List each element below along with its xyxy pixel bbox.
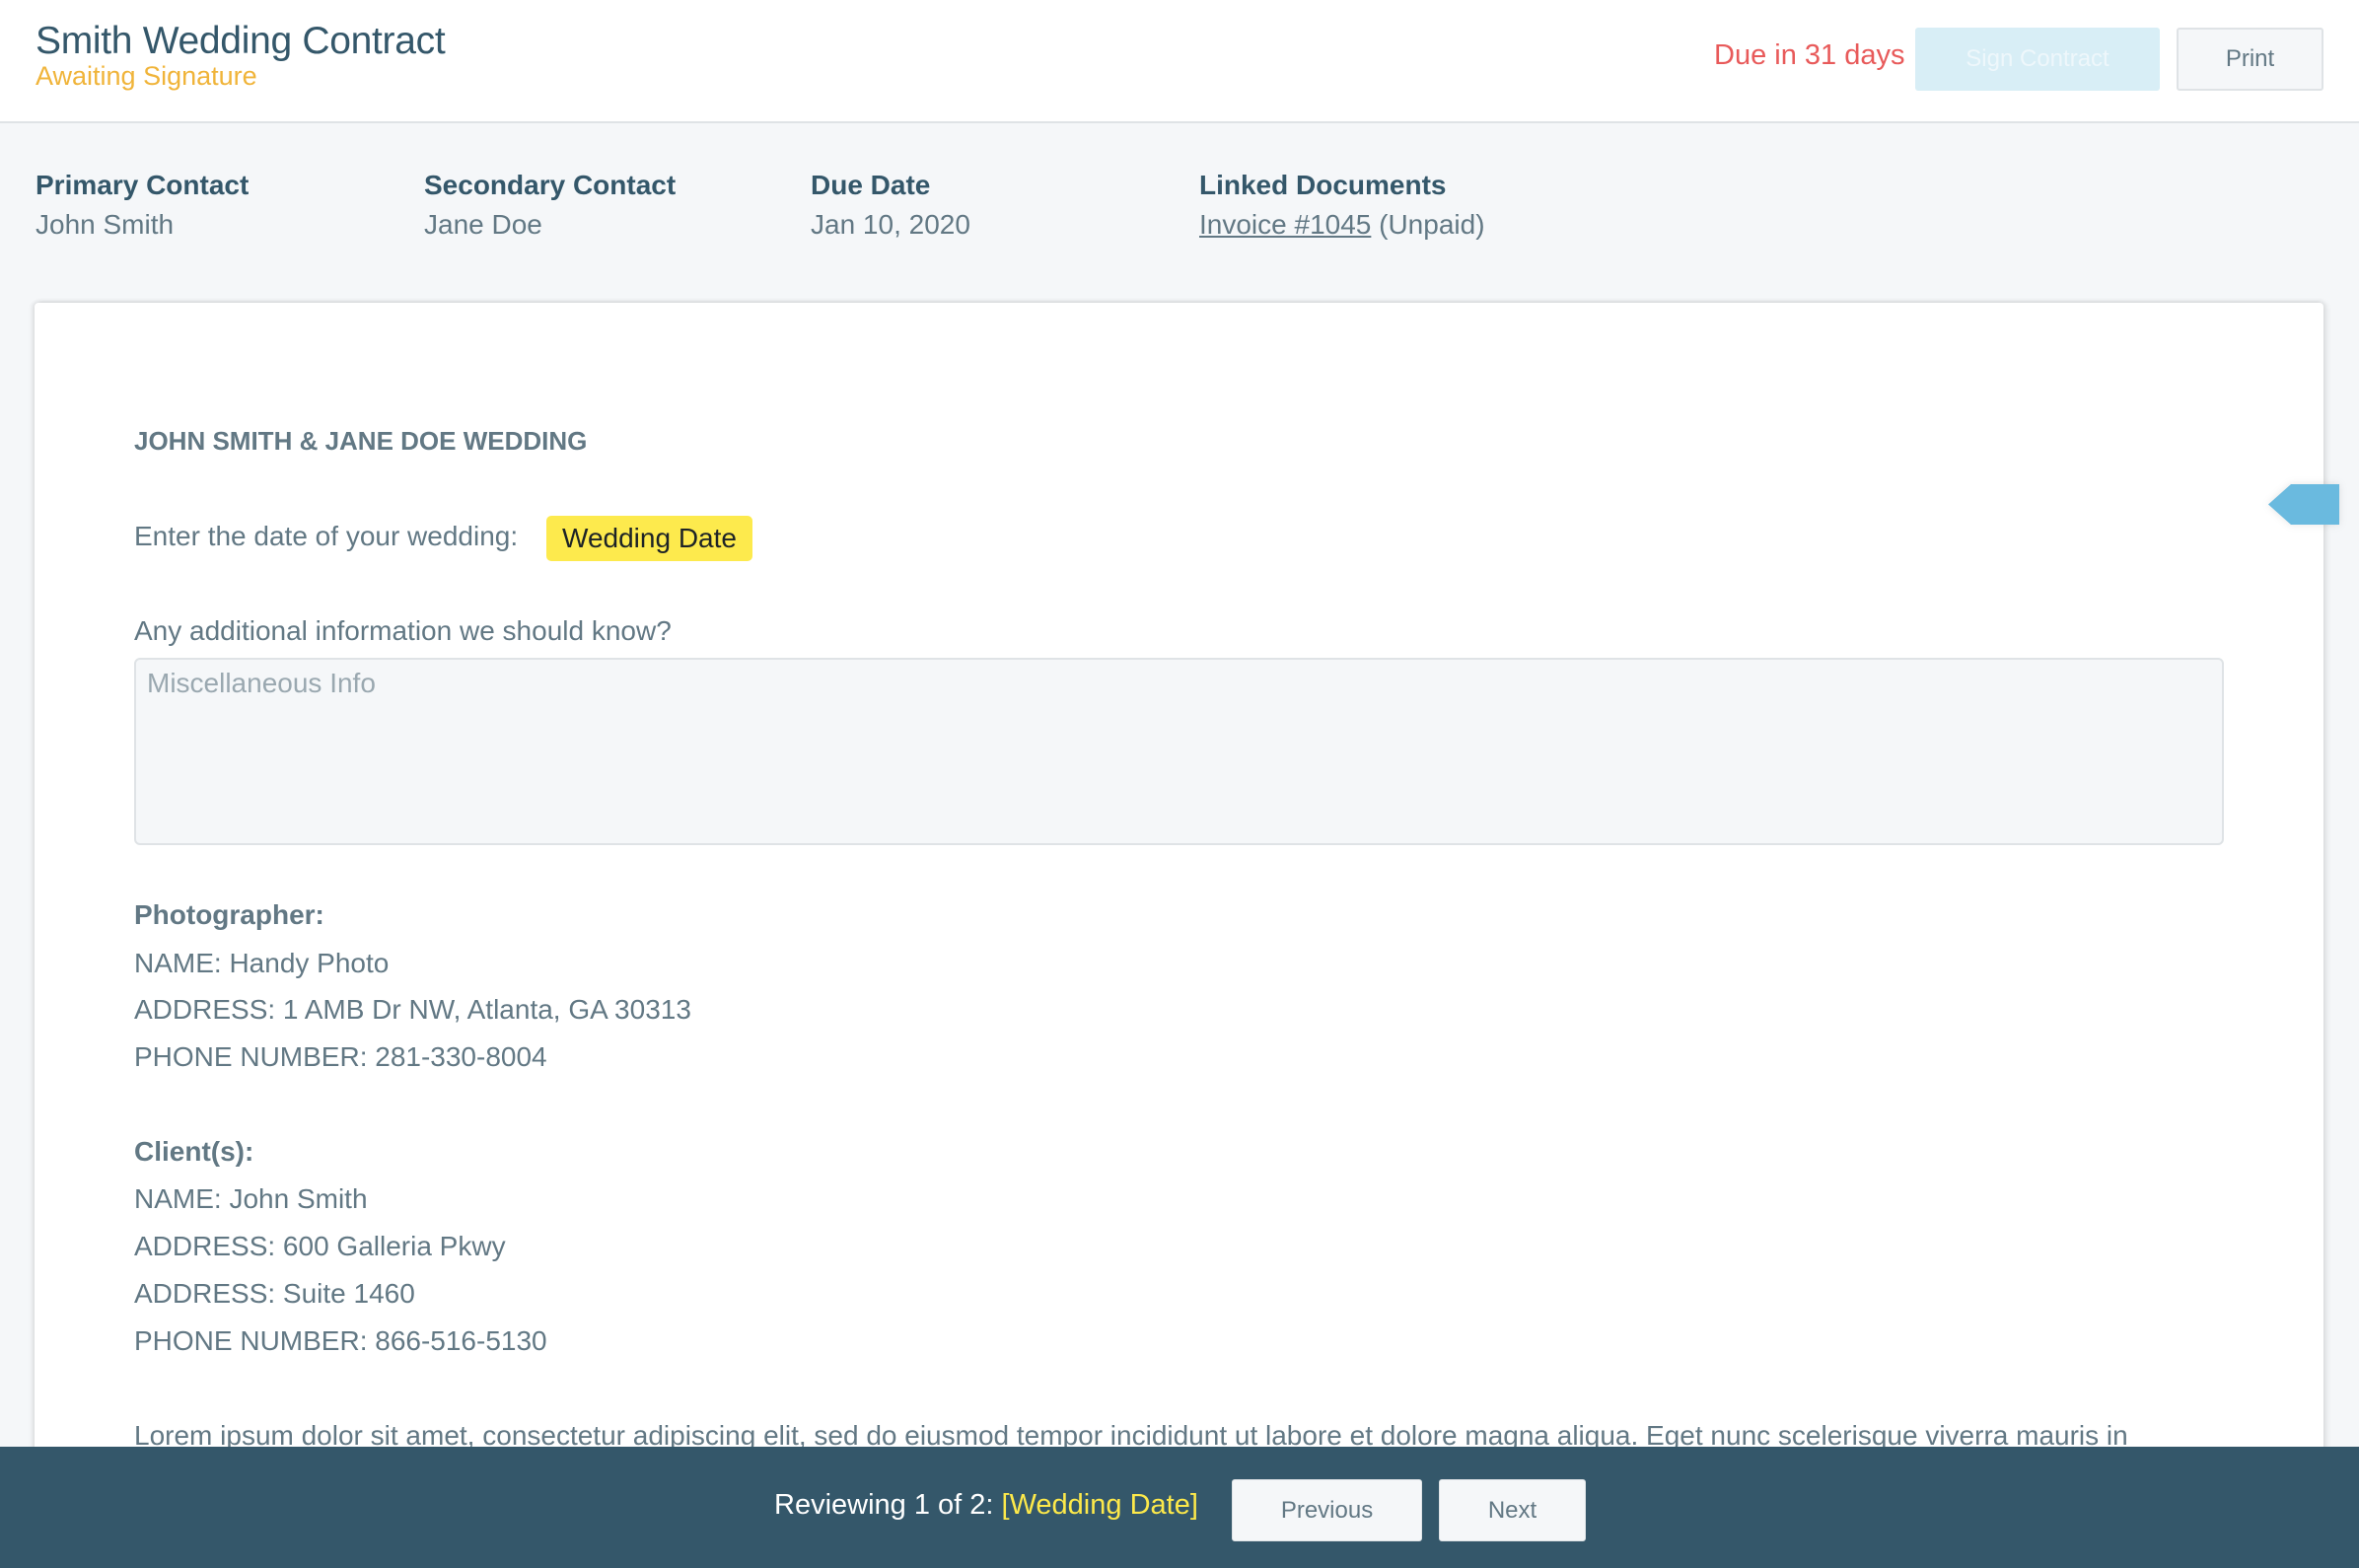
due-date-label: Due Date — [811, 170, 931, 200]
photographer-address: ADDRESS: 1 AMB Dr NW, Atlanta, GA 30313 — [134, 994, 691, 1025]
sign-contract-button[interactable]: Sign Contract — [1915, 28, 2160, 91]
photographer-phone: PHONE NUMBER: 281-330-8004 — [134, 1041, 547, 1072]
photographer-name: NAME: Handy Photo — [134, 948, 390, 978]
client-address-2: ADDRESS: Suite 1460 — [134, 1278, 415, 1309]
due-countdown: Due in 31 days — [1714, 39, 1905, 71]
wedding-date-field[interactable]: Wedding Date — [546, 516, 752, 561]
additional-info-prompt: Any additional information we should kno… — [134, 615, 672, 646]
status-label: Awaiting Signature — [36, 61, 257, 91]
next-button[interactable]: Next — [1439, 1479, 1586, 1541]
invoice-status: (Unpaid) — [1371, 209, 1485, 240]
misc-info-textarea[interactable] — [134, 658, 2224, 845]
client-phone: PHONE NUMBER: 866-516-5130 — [134, 1325, 547, 1356]
review-status: Reviewing 1 of 2: [Wedding Date] — [774, 1489, 1198, 1522]
linked-documents-label: Linked Documents — [1199, 170, 1447, 200]
due-date-value: Jan 10, 2020 — [811, 209, 970, 240]
photographer-label: Photographer: — [134, 899, 324, 930]
client-address-1: ADDRESS: 600 Galleria Pkwy — [134, 1231, 506, 1261]
linked-documents-value: Invoice #1045 (Unpaid) — [1199, 209, 1485, 241]
client-name: NAME: John Smith — [134, 1183, 368, 1214]
review-current-field[interactable]: [Wedding Date] — [1002, 1489, 1198, 1521]
page-header: Smith Wedding Contract Awaiting Signatur… — [0, 0, 2359, 123]
field-marker-tag-icon[interactable] — [2268, 484, 2339, 525]
due-date: Due Date Jan 10, 2020 — [811, 170, 970, 241]
wedding-date-prompt: Enter the date of your wedding: — [134, 521, 519, 551]
previous-button[interactable]: Previous — [1232, 1479, 1422, 1541]
secondary-contact-value: Jane Doe — [424, 209, 542, 240]
primary-contact-value: John Smith — [36, 209, 175, 240]
invoice-link[interactable]: Invoice #1045 — [1199, 209, 1371, 240]
linked-documents: Linked Documents Invoice #1045 (Unpaid) — [1199, 170, 1485, 241]
print-button[interactable]: Print — [2177, 28, 2323, 91]
secondary-contact: Secondary Contact Jane Doe — [424, 170, 676, 241]
primary-contact: Primary Contact John Smith — [36, 170, 249, 241]
review-progress: Reviewing 1 of 2: — [774, 1489, 1002, 1521]
secondary-contact-label: Secondary Contact — [424, 170, 677, 200]
primary-contact-label: Primary Contact — [36, 170, 250, 200]
document-heading: JOHN SMITH & JANE DOE WEDDING — [134, 426, 588, 456]
clients-label: Client(s): — [134, 1136, 254, 1167]
page-title: Smith Wedding Contract — [36, 20, 446, 62]
